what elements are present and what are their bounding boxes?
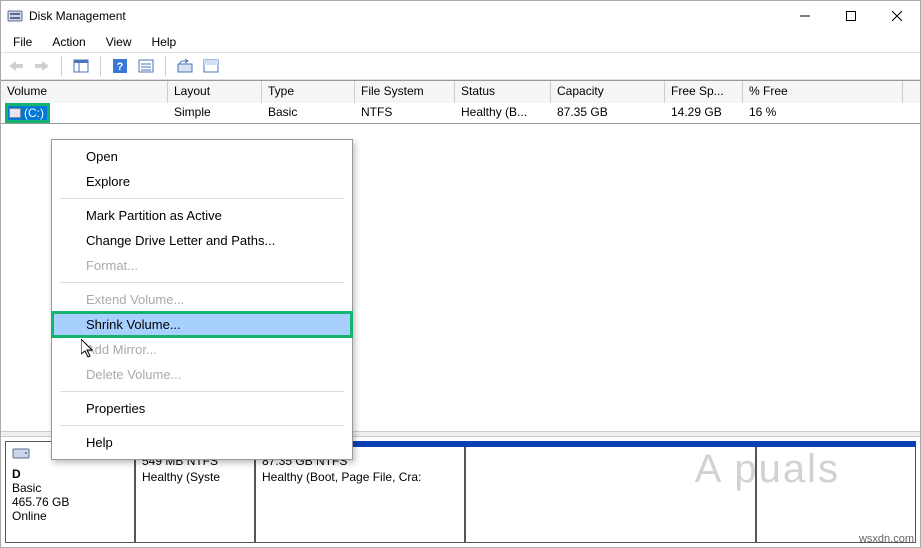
partition-4[interactable] — [756, 447, 916, 543]
toolbar-separator — [61, 56, 62, 76]
close-button[interactable] — [874, 1, 920, 31]
window-title: Disk Management — [29, 9, 782, 23]
layout-top-button[interactable] — [200, 55, 222, 77]
ctx-explore[interactable]: Explore — [52, 169, 352, 194]
partition-status: Healthy (Boot, Page File, Cra: — [262, 469, 458, 485]
ctx-separator — [60, 282, 344, 283]
window: Disk Management File Action View Help ? … — [0, 0, 921, 548]
volume-header-row: Volume Layout Type File System Status Ca… — [1, 81, 920, 103]
menu-view[interactable]: View — [98, 33, 140, 51]
refresh-button[interactable] — [174, 55, 196, 77]
attribution: wsxdn.com — [859, 533, 914, 545]
toolbar: ? — [1, 52, 920, 80]
cell-type: Basic — [262, 103, 355, 123]
show-hide-button[interactable] — [70, 55, 92, 77]
ctx-extend[interactable]: Extend Volume... — [52, 287, 352, 312]
context-menu: Open Explore Mark Partition as Active Ch… — [51, 139, 353, 460]
ctx-delete[interactable]: Delete Volume... — [52, 362, 352, 387]
volume-row[interactable]: (C:) Simple Basic NTFS Healthy (B... 87.… — [1, 103, 920, 123]
disk-size: 465.76 GB — [12, 495, 69, 509]
disk-type: Basic — [12, 481, 41, 495]
ctx-format[interactable]: Format... — [52, 253, 352, 278]
toolbar-separator — [165, 56, 166, 76]
ctx-help[interactable]: Help — [52, 430, 352, 455]
ctx-properties[interactable]: Properties — [52, 396, 352, 421]
col-pct[interactable]: % Free — [743, 81, 903, 103]
cell-pct: 16 % — [743, 103, 903, 123]
ctx-shrink[interactable]: Shrink Volume... — [52, 312, 352, 337]
menu-action[interactable]: Action — [44, 33, 93, 51]
menu-help[interactable]: Help — [144, 33, 185, 51]
toolbar-separator — [100, 56, 101, 76]
back-button[interactable] — [5, 55, 27, 77]
col-capacity[interactable]: Capacity — [551, 81, 665, 103]
partition-1[interactable]: 549 MB NTFS Healthy (Syste — [135, 447, 255, 543]
ctx-open[interactable]: Open — [52, 144, 352, 169]
ctx-add-mirror[interactable]: Add Mirror... — [52, 337, 352, 362]
col-volume[interactable]: Volume — [1, 81, 168, 103]
minimize-button[interactable] — [782, 1, 828, 31]
ctx-mark-active[interactable]: Mark Partition as Active — [52, 203, 352, 228]
cell-status: Healthy (B... — [455, 103, 551, 123]
ctx-separator — [60, 425, 344, 426]
drive-label: (C:) — [24, 106, 44, 120]
forward-button[interactable] — [31, 55, 53, 77]
disk-status: Online — [12, 509, 47, 523]
cell-free: 14.29 GB — [665, 103, 743, 123]
ctx-separator — [60, 198, 344, 199]
cell-capacity: 87.35 GB — [551, 103, 665, 123]
svg-text:?: ? — [117, 61, 124, 73]
col-free[interactable]: Free Sp... — [665, 81, 743, 103]
disk-mgmt-icon — [7, 8, 23, 24]
partition-status: Healthy (Syste — [142, 469, 248, 485]
drive-c-badge[interactable]: (C:) — [7, 105, 48, 121]
maximize-button[interactable] — [828, 1, 874, 31]
cell-fs: NTFS — [355, 103, 455, 123]
settings-list-button[interactable] — [135, 55, 157, 77]
col-type[interactable]: Type — [262, 81, 355, 103]
col-status[interactable]: Status — [455, 81, 551, 103]
cell-layout: Simple — [168, 103, 262, 123]
menu-bar: File Action View Help — [1, 31, 920, 52]
help-button[interactable]: ? — [109, 55, 131, 77]
menu-file[interactable]: File — [5, 33, 40, 51]
col-layout[interactable]: Layout — [168, 81, 262, 103]
ctx-separator — [60, 391, 344, 392]
drive-icon — [9, 108, 21, 118]
window-buttons — [782, 1, 920, 31]
partition-3[interactable] — [465, 447, 756, 543]
titlebar: Disk Management — [1, 1, 920, 31]
volume-table: Volume Layout Type File System Status Ca… — [1, 80, 920, 124]
ctx-change-letter[interactable]: Change Drive Letter and Paths... — [52, 228, 352, 253]
col-fs[interactable]: File System — [355, 81, 455, 103]
disk-name: D — [12, 467, 21, 481]
partition-2[interactable]: 87.35 GB NTFS Healthy (Boot, Page File, … — [255, 447, 465, 543]
cell-volume: (C:) — [1, 103, 168, 123]
